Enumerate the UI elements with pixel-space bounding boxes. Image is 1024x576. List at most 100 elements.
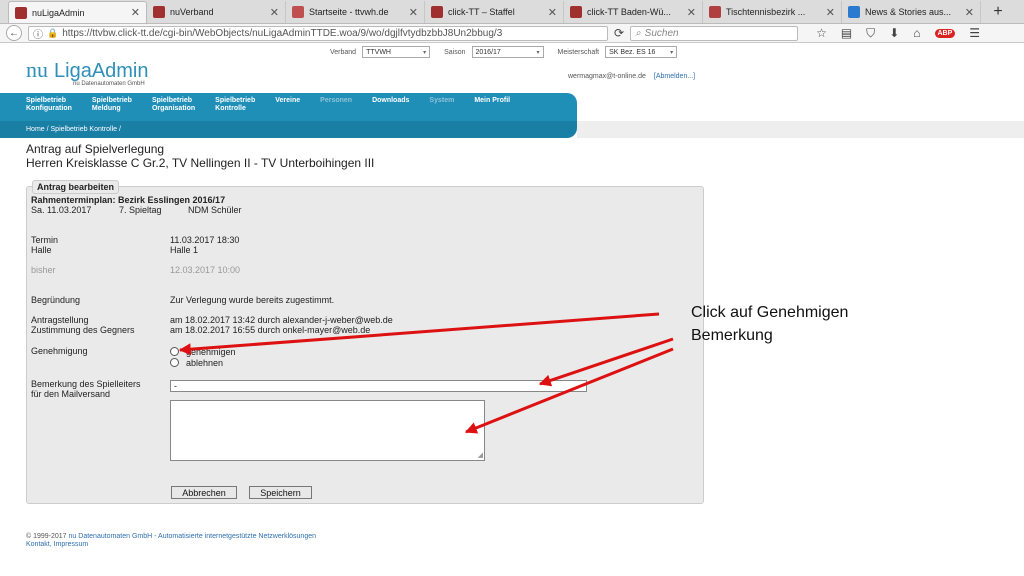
- back-button[interactable]: ←: [6, 25, 22, 41]
- nav-item-line-2: Konfiguration: [26, 105, 72, 112]
- tab-close-icon[interactable]: ✕: [548, 6, 557, 19]
- tab-close-icon[interactable]: ✕: [826, 6, 835, 19]
- nav-item[interactable]: System: [429, 97, 454, 121]
- verband-value: TTVWH: [366, 48, 391, 56]
- nav-item-line-2: Organisation: [151, 105, 196, 112]
- logo-name: LigaAdmin: [54, 60, 149, 82]
- browser-toolbar: ← ⓘ 🔒 https://ttvbw.click-tt.de/cgi-bin/…: [0, 24, 1024, 43]
- footer-company-link[interactable]: nu Datenautomaten GmbH - Automatisierte …: [69, 533, 316, 540]
- browser-tab-bar: nuLigaAdmin ✕ nuVerband ✕ Startseite - ttvwh…: [0, 0, 1024, 24]
- reading-list-icon[interactable]: ▤: [841, 26, 852, 40]
- menu-icon[interactable]: ☰: [969, 26, 980, 40]
- nav-item-line-1: Spielbetrieb: [26, 97, 67, 104]
- filter-bar: Verband TTVWH ▾ Saison 2016/17 ▾ Meistersc…: [330, 46, 678, 58]
- bemerkung-textarea[interactable]: ◢: [170, 400, 485, 461]
- liga-admin-logo[interactable]: nu LigaAdmin nu Datenautomaten GmbH: [26, 57, 149, 88]
- tab-close-icon[interactable]: ✕: [687, 6, 696, 19]
- nav-item[interactable]: Spielbetrieb Kontrolle: [215, 97, 255, 121]
- rahmen-title: Rahmenterminplan: Bezirk Esslingen 2016/…: [31, 195, 226, 205]
- meisterschaft-value: SK Bez. ES 16: [609, 48, 656, 56]
- saison-label: Saison: [444, 48, 466, 56]
- bemerkung-input[interactable]: -: [170, 380, 587, 392]
- save-button[interactable]: Speichern: [249, 486, 312, 499]
- genehmigung-label: Genehmigung: [31, 346, 88, 356]
- breadcrumb-text[interactable]: Home / Spielbetrieb Kontrolle /: [26, 126, 121, 133]
- tab-close-icon[interactable]: ✕: [131, 6, 140, 19]
- adblock-icon[interactable]: ABP: [934, 28, 956, 38]
- chevron-down-icon: ▾: [423, 49, 427, 56]
- browser-tab[interactable]: nuLigaAdmin ✕: [8, 1, 147, 23]
- tab-favicon-icon: [431, 6, 443, 18]
- cancel-button[interactable]: Abbrechen: [171, 486, 237, 499]
- bisher-value: 12.03.2017 10:00: [170, 265, 241, 275]
- user-info: wermagmax@t-online.de [Abmelden...]: [568, 73, 695, 80]
- browser-tab[interactable]: click-TT Baden-Wü... ✕: [564, 1, 703, 23]
- meisterschaft-label: Meisterschaft: [557, 48, 600, 56]
- nav-item[interactable]: Spielbetrieb Meldung: [92, 97, 132, 121]
- info-icon[interactable]: ⓘ: [33, 27, 43, 40]
- browser-tab[interactable]: click-TT – Staffel ✕: [425, 1, 564, 23]
- home-icon[interactable]: ⌂: [913, 26, 920, 40]
- ablehnen-label[interactable]: ablehnen: [186, 358, 223, 368]
- genehmigen-label[interactable]: genehmigen: [186, 347, 236, 357]
- search-placeholder: Suchen: [644, 27, 679, 39]
- nav-item[interactable]: Downloads: [372, 97, 409, 121]
- tab-close-icon[interactable]: ✕: [965, 6, 974, 19]
- tab-label: Startseite - ttvwh.de: [309, 7, 389, 17]
- saison-select[interactable]: 2016/17 ▾: [471, 46, 544, 58]
- antrag-label: Antragstellung: [31, 315, 89, 325]
- logout-link[interactable]: [Abmelden...]: [654, 73, 695, 80]
- game-date: Sa. 11.03.2017: [31, 205, 92, 215]
- termin-value: 11.03.2017 18:30: [170, 235, 240, 245]
- begruendung-value: Zur Verlegung wurde bereits zugestimmt.: [170, 295, 335, 305]
- url-bar[interactable]: ⓘ 🔒 https://ttvbw.click-tt.de/cgi-bin/We…: [28, 25, 608, 41]
- bisher-label: bisher: [31, 265, 56, 275]
- tab-close-icon[interactable]: ✕: [409, 6, 418, 19]
- new-tab-button[interactable]: +: [987, 1, 1009, 23]
- verband-select[interactable]: TTVWH ▾: [362, 46, 431, 58]
- reload-icon[interactable]: ⟳: [614, 26, 624, 40]
- meisterschaft-select[interactable]: SK Bez. ES 16 ▾: [605, 46, 678, 58]
- radio-genehmigen[interactable]: [170, 347, 179, 356]
- nav-item-line-2: Kontrolle: [215, 105, 246, 112]
- browser-tab[interactable]: nuVerband ✕: [147, 1, 286, 23]
- browser-tab[interactable]: Tischtennisbezirk ... ✕: [703, 1, 842, 23]
- zustimmung-value: am 18.02.2017 16:55 durch onkel-mayer@we…: [170, 325, 371, 335]
- halle-label: Halle: [31, 245, 52, 255]
- bookmark-star-icon[interactable]: ☆: [816, 26, 827, 40]
- nav-item[interactable]: Spielbetrieb Organisation: [152, 97, 195, 121]
- footer-links[interactable]: Kontakt, Impressum: [26, 541, 88, 548]
- nav-item[interactable]: Spielbetrieb Konfiguration: [26, 97, 72, 121]
- browser-tab[interactable]: Startseite - ttvwh.de ✕: [286, 1, 425, 23]
- bemerkung-label-1: Bemerkung des Spielleiters: [31, 379, 141, 389]
- resize-grip-icon[interactable]: ◢: [478, 451, 483, 459]
- search-icon: ⌕: [635, 27, 641, 39]
- game-spieltag: 7. Spieltag: [119, 205, 162, 215]
- pocket-icon[interactable]: ⛉: [866, 26, 875, 41]
- tab-label: Tischtennisbezirk ...: [726, 7, 806, 17]
- download-icon[interactable]: ⬇: [889, 26, 899, 40]
- annotation-line-1: Click auf Genehmigen: [691, 304, 849, 321]
- nav-item-line-1: Vereine: [275, 97, 301, 104]
- antrag-value: am 18.02.2017 13:42 durch alexander-j-we…: [170, 315, 393, 325]
- search-bar[interactable]: ⌕ Suchen: [630, 25, 799, 41]
- nav-item[interactable]: Personen: [320, 97, 352, 121]
- nav-item-line-1: Personen: [320, 97, 353, 104]
- radio-ablehnen[interactable]: [170, 358, 179, 367]
- tab-label: click-TT Baden-Wü...: [587, 7, 671, 17]
- url-text: https://ttvbw.click-tt.de/cgi-bin/WebObj…: [62, 27, 503, 39]
- nav-item[interactable]: Mein Profil: [474, 97, 510, 121]
- tab-close-icon[interactable]: ✕: [270, 6, 279, 19]
- browser-tab[interactable]: News & Stories aus... ✕: [842, 1, 981, 23]
- nav-item-line-1: Spielbetrieb: [215, 97, 256, 104]
- tab-favicon-icon: [153, 6, 165, 18]
- form-legend: Antrag bearbeiten: [32, 180, 120, 194]
- page-title: Antrag auf Spielverlegung: [26, 142, 165, 156]
- zustimmung-label: Zustimmung des Gegners: [31, 325, 135, 335]
- nav-item[interactable]: Vereine: [275, 97, 300, 121]
- nav-item-line-1: Spielbetrieb: [151, 97, 193, 104]
- nav-item-line-1: Mein Profil: [474, 97, 511, 104]
- logo-nu: nu: [26, 57, 48, 82]
- tab-favicon-icon: [570, 6, 582, 18]
- begruendung-label: Begründung: [31, 295, 81, 305]
